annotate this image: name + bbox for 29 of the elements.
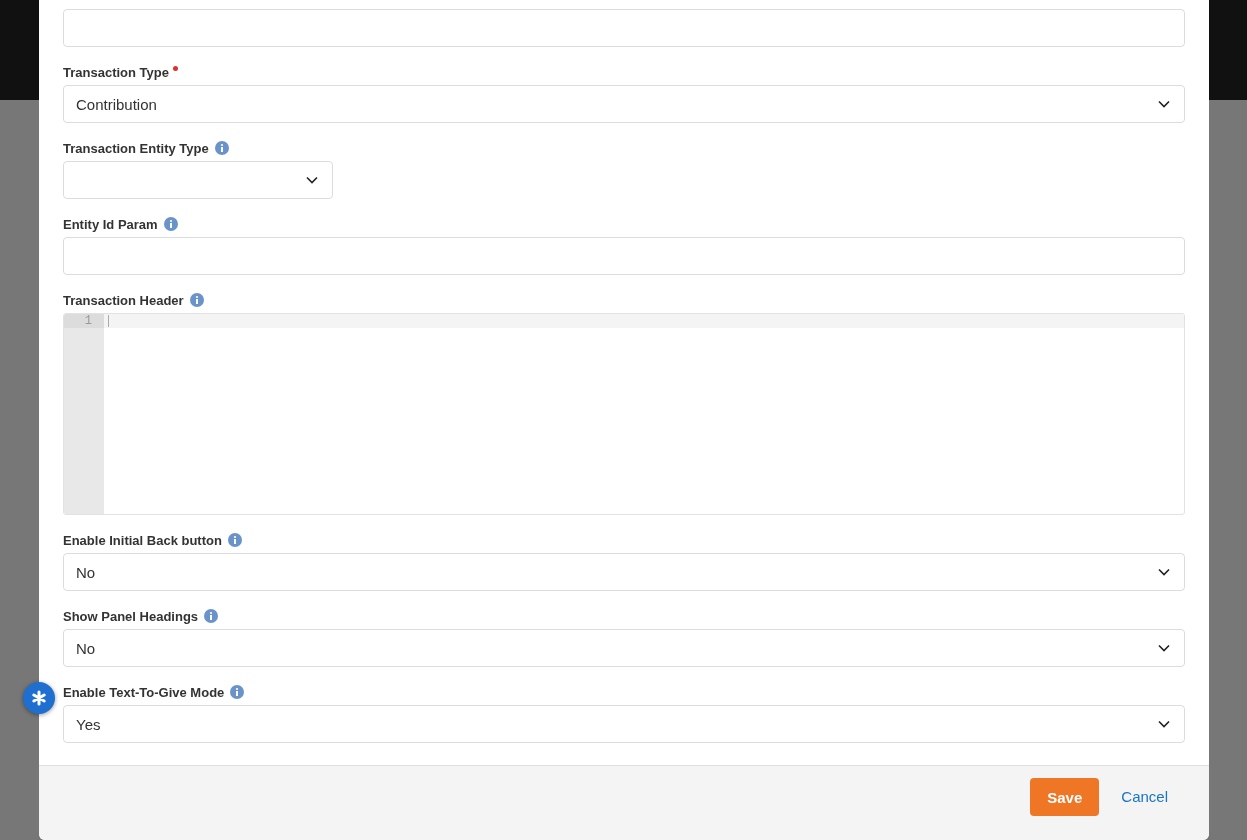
info-icon[interactable] <box>230 685 245 699</box>
text-cursor <box>108 315 109 327</box>
field-label: Entity Id Param <box>63 216 158 232</box>
field-label: Transaction Header <box>63 292 184 308</box>
info-icon[interactable] <box>227 533 242 547</box>
field-label: Enable Text-To-Give Mode <box>63 684 225 700</box>
dropdown-field[interactable]: Contribution <box>63 85 1185 123</box>
field-label: Show Panel Headings <box>63 608 199 624</box>
chevron-down-icon <box>1158 644 1170 652</box>
dropdown-field[interactable]: Yes <box>63 705 1185 743</box>
asterisk-badge-icon[interactable] <box>23 682 55 714</box>
field-label: Transaction Type <box>63 64 169 80</box>
chevron-down-icon <box>306 176 318 184</box>
info-icon[interactable] <box>214 141 229 155</box>
info-icon[interactable] <box>189 293 204 307</box>
info-icon[interactable] <box>163 217 178 231</box>
field-label: Enable Initial Back button <box>63 532 222 548</box>
dropdown-field[interactable] <box>63 161 333 199</box>
field-label: Transaction Entity Type <box>63 140 209 156</box>
line-number: 1 <box>64 314 104 328</box>
chevron-down-icon <box>1158 100 1170 108</box>
chevron-down-icon <box>1158 720 1170 728</box>
text-field[interactable] <box>63 9 1185 47</box>
dropdown-field[interactable]: No <box>63 629 1185 667</box>
info-icon[interactable] <box>204 609 219 623</box>
text-field[interactable] <box>63 237 1185 275</box>
dropdown-field[interactable]: No <box>63 553 1185 591</box>
cancel-link[interactable]: Cancel <box>1121 778 1168 816</box>
chevron-down-icon <box>1158 568 1170 576</box>
